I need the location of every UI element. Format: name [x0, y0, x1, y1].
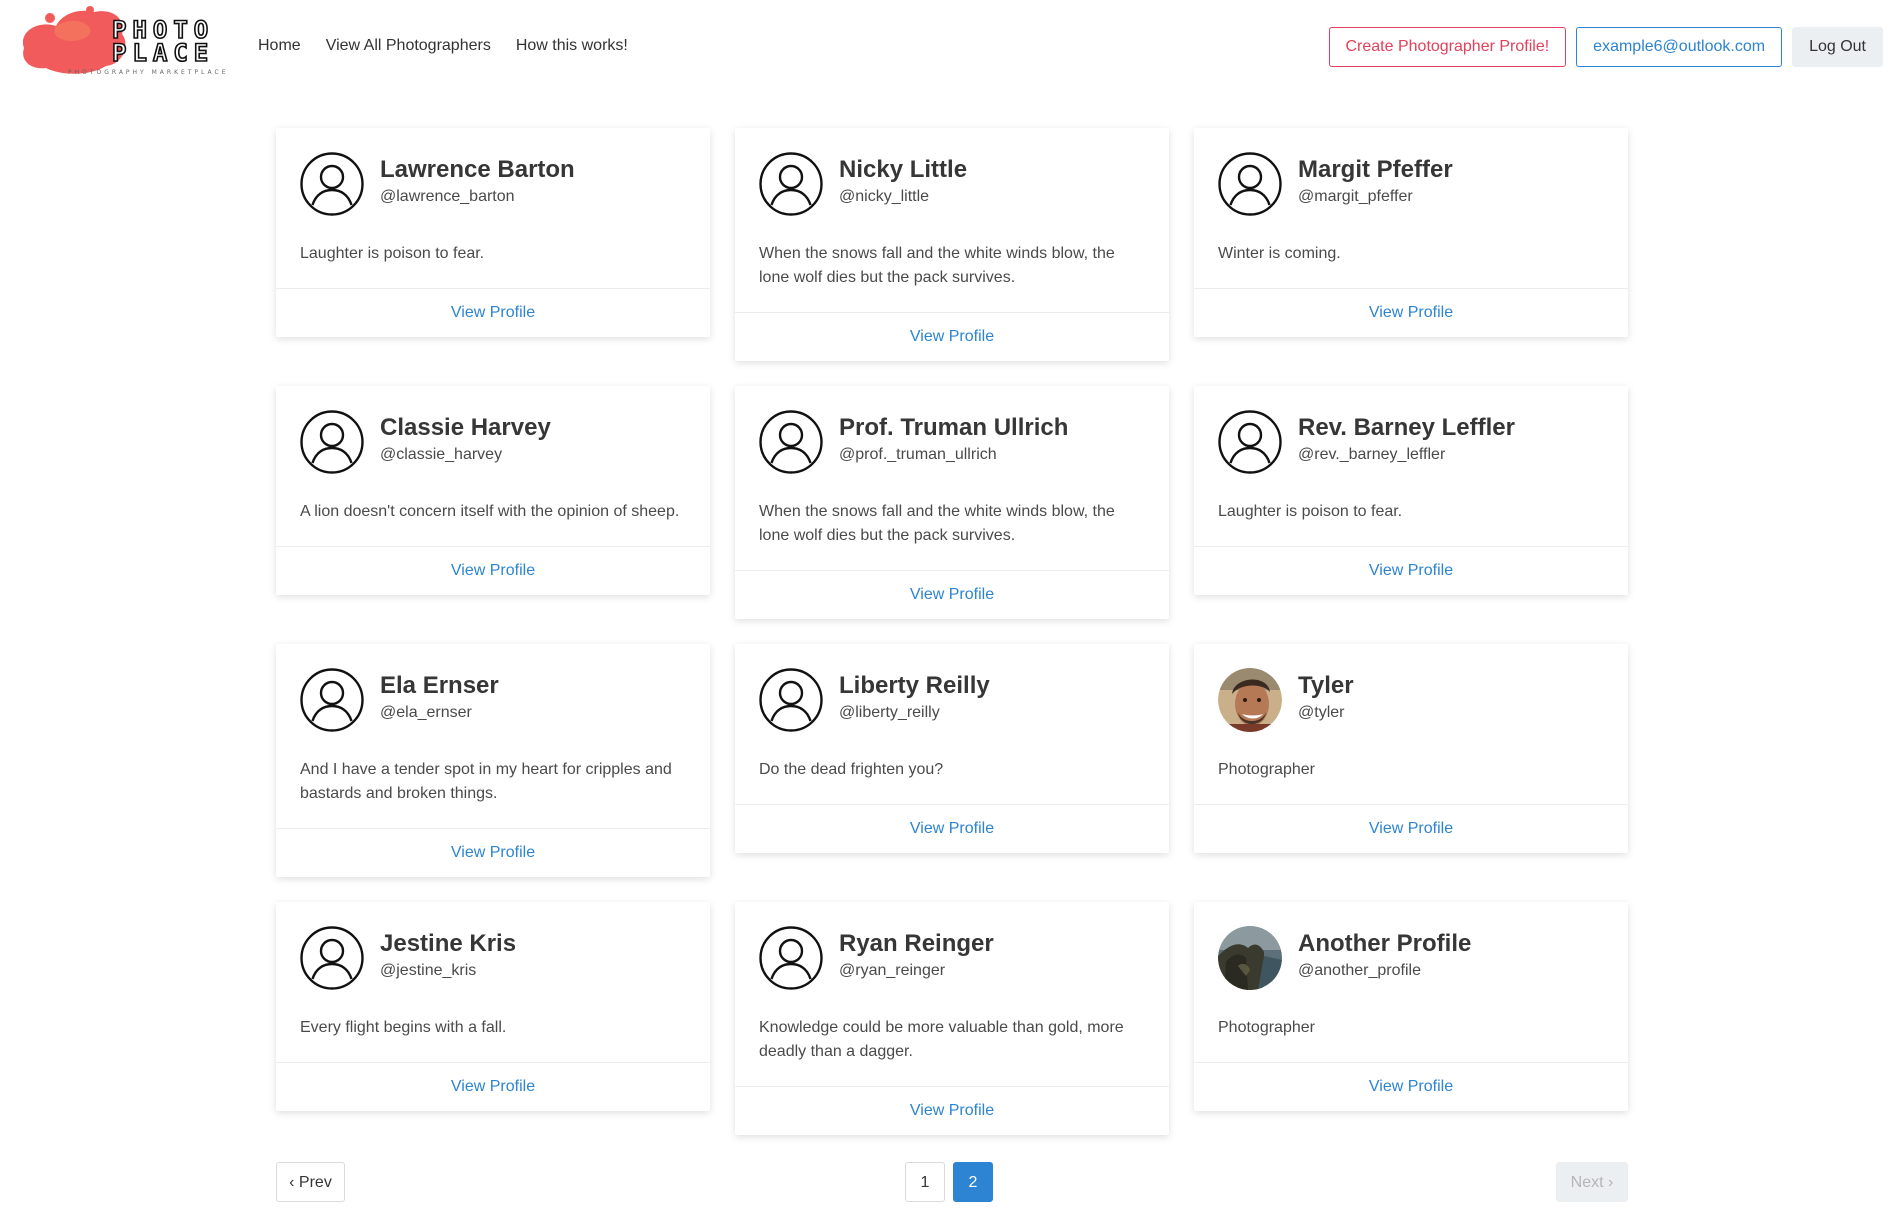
default-user-icon — [300, 410, 364, 474]
photographer-bio: Photographer — [1218, 1019, 1315, 1036]
photographer-name: Classie Harvey — [380, 414, 551, 441]
photographer-name: Prof. Truman Ullrich — [839, 414, 1069, 441]
photographer-handle: @margit_pfeffer — [1298, 188, 1413, 205]
photographer-card: Lawrence Barton @lawrence_barton Laughte… — [276, 128, 710, 337]
photographer-name: Lawrence Barton — [380, 156, 575, 183]
default-user-icon — [759, 926, 823, 990]
pagination: ‹ Prev 1 2 Next › — [276, 1162, 1628, 1202]
photographer-card: Tyler @tyler Photographer View Profile — [1194, 644, 1628, 853]
photographer-card: Liberty Reilly @liberty_reilly Do the de… — [735, 644, 1169, 853]
view-profile-link[interactable]: View Profile — [1369, 820, 1453, 838]
photographer-bio: Knowledge could be more valuable than go… — [759, 1019, 1124, 1060]
nav-view-all-photographers-link[interactable]: View All Photographers — [326, 34, 491, 58]
photo-place-logo[interactable]: PHOTO PLACE PHOTOGRAPHY MARKETPLACE — [16, 4, 231, 80]
face-photo-avatar — [1218, 668, 1282, 732]
default-user-icon — [759, 410, 823, 474]
view-profile-link[interactable]: View Profile — [1369, 562, 1453, 580]
photographer-bio: When the snows fall and the white winds … — [759, 245, 1115, 286]
photographer-name: Jestine Kris — [380, 930, 517, 957]
nav-how-this-works-link[interactable]: How this works! — [516, 34, 628, 58]
svg-text:PHOTOGRAPHY MARKETPLACE: PHOTOGRAPHY MARKETPLACE — [68, 69, 229, 76]
photographer-handle: @ela_ernser — [380, 704, 472, 721]
photographer-name: Another Profile — [1298, 930, 1472, 957]
account-email-button[interactable]: example6@outlook.com — [1576, 27, 1783, 67]
photographer-bio: When the snows fall and the white winds … — [759, 503, 1115, 544]
photographer-card: Jestine Kris @jestine_kris Every flight … — [276, 902, 710, 1111]
photographer-name: Margit Pfeffer — [1298, 156, 1453, 183]
main-nav: Home View All Photographers How this wor… — [258, 34, 628, 58]
photographer-handle: @liberty_reilly — [839, 704, 940, 721]
default-user-icon — [300, 668, 364, 732]
photographer-handle: @another_profile — [1298, 962, 1421, 979]
photographer-card: Prof. Truman Ullrich @prof._truman_ullri… — [735, 386, 1169, 619]
photographer-name: Nicky Little — [839, 156, 968, 183]
log-out-button[interactable]: Log Out — [1792, 27, 1883, 67]
photographer-grid: Lawrence Barton @lawrence_barton Laughte… — [276, 128, 1628, 1135]
photographer-bio: Do the dead frighten you? — [759, 761, 944, 778]
view-profile-link[interactable]: View Profile — [910, 1102, 994, 1120]
next-page-button-disabled: Next › — [1556, 1162, 1628, 1202]
photographer-bio: Every flight begins with a fall. — [300, 1019, 507, 1036]
page-2-button-current[interactable]: 2 — [953, 1162, 993, 1202]
photographer-name: Liberty Reilly — [839, 672, 990, 699]
photographer-handle: @tyler — [1298, 704, 1345, 721]
photographer-handle: @rev._barney_leffler — [1298, 446, 1446, 463]
default-user-icon — [759, 668, 823, 732]
page-1-button[interactable]: 1 — [905, 1162, 945, 1202]
photographer-card: Ela Ernser @ela_ernser And I have a tend… — [276, 644, 710, 877]
view-profile-link[interactable]: View Profile — [451, 844, 535, 862]
prev-page-button[interactable]: ‹ Prev — [276, 1162, 345, 1202]
photographer-handle: @prof._truman_ullrich — [839, 446, 997, 463]
photographer-bio: Laughter is poison to fear. — [1218, 503, 1403, 520]
photographer-bio: Winter is coming. — [1218, 245, 1341, 262]
photographer-handle: @ryan_reinger — [839, 962, 946, 979]
photographer-bio: Photographer — [1218, 761, 1315, 778]
photographer-name: Ela Ernser — [380, 672, 499, 699]
photographer-name: Ryan Reinger — [839, 930, 994, 957]
account-actions: Create Photographer Profile! example6@ou… — [1328, 27, 1883, 67]
default-user-icon — [300, 152, 364, 216]
photographer-name: Rev. Barney Leffler — [1298, 414, 1515, 441]
photographer-card: Classie Harvey @classie_harvey A lion do… — [276, 386, 710, 595]
photographer-card: Nicky Little @nicky_little When the snow… — [735, 128, 1169, 361]
default-user-icon — [759, 152, 823, 216]
default-user-icon — [300, 926, 364, 990]
photographer-card: Rev. Barney Leffler @rev._barney_leffler… — [1194, 386, 1628, 595]
photographer-bio: A lion doesn't concern itself with the o… — [300, 503, 680, 520]
photographer-bio: Laughter is poison to fear. — [300, 245, 485, 262]
view-profile-link[interactable]: View Profile — [451, 1078, 535, 1096]
view-profile-link[interactable]: View Profile — [910, 586, 994, 604]
view-profile-link[interactable]: View Profile — [1369, 304, 1453, 322]
photographer-bio: And I have a tender spot in my heart for… — [300, 761, 672, 802]
create-photographer-profile-button[interactable]: Create Photographer Profile! — [1328, 27, 1567, 67]
photographer-card: Margit Pfeffer @margit_pfeffer Winter is… — [1194, 128, 1628, 337]
svg-text:PLACE: PLACE — [112, 39, 214, 67]
view-profile-link[interactable]: View Profile — [910, 820, 994, 838]
photographer-handle: @classie_harvey — [380, 446, 503, 463]
nav-home-link[interactable]: Home — [258, 34, 301, 58]
view-profile-link[interactable]: View Profile — [910, 328, 994, 346]
photographer-name: Tyler — [1298, 672, 1354, 699]
default-user-icon — [1218, 152, 1282, 216]
photographer-card: Another Profile @another_profile Photogr… — [1194, 902, 1628, 1111]
photographer-card: Ryan Reinger @ryan_reinger Knowledge cou… — [735, 902, 1169, 1135]
view-profile-link[interactable]: View Profile — [451, 562, 535, 580]
view-profile-link[interactable]: View Profile — [1369, 1078, 1453, 1096]
landscape-photo-avatar — [1218, 926, 1282, 990]
photographer-handle: @nicky_little — [839, 188, 930, 205]
default-user-icon — [1218, 410, 1282, 474]
view-profile-link[interactable]: View Profile — [451, 304, 535, 322]
top-navbar: PHOTO PLACE PHOTOGRAPHY MARKETPLACE Home… — [0, 0, 1903, 100]
photographer-handle: @jestine_kris — [380, 962, 477, 979]
photographer-handle: @lawrence_barton — [380, 188, 515, 205]
